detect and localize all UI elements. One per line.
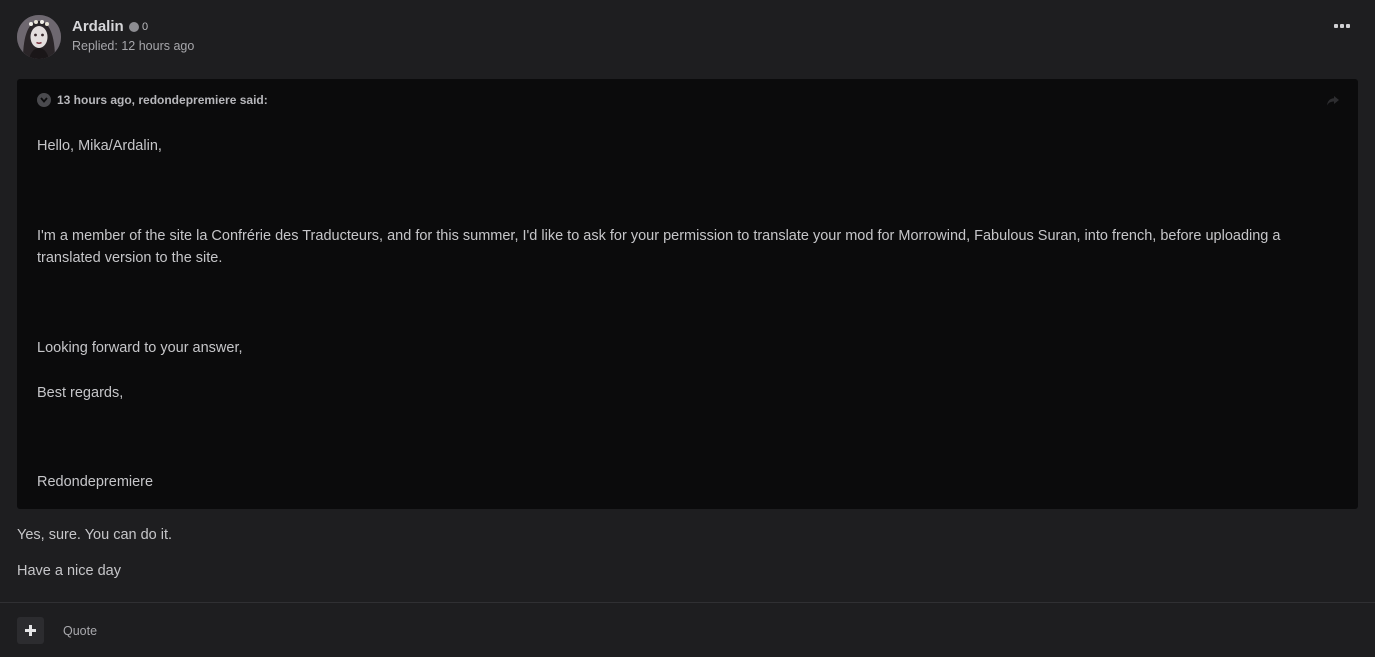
share-icon[interactable] (1326, 95, 1340, 107)
avatar[interactable] (17, 15, 61, 59)
quote-button[interactable]: Quote (63, 624, 97, 638)
add-button[interactable] (17, 617, 44, 644)
post-header: Ardalin 0 Replied: 12 hours ago (17, 15, 1358, 61)
reputation-count: 0 (142, 21, 149, 33)
quote-line-closing: Looking forward to your answer, (37, 340, 243, 356)
reply-text-line: Yes, sure. You can do it. (17, 527, 173, 543)
chevron-down-icon[interactable] (37, 93, 51, 107)
quote-line-request: I'm a member of the site la Confrérie de… (37, 228, 1281, 266)
reply-time: Replied: 12 hours ago (72, 39, 195, 53)
quote-line-greeting: Hello, Mika/Ardalin, (37, 138, 162, 154)
reputation-icon (129, 22, 139, 32)
author-name[interactable]: Ardalin (72, 18, 124, 35)
quote-block: 13 hours ago, redondepremiere said: Hell… (17, 79, 1358, 509)
quote-citation: 13 hours ago, redondepremiere said: (37, 93, 268, 107)
plus-icon (25, 625, 36, 636)
quote-line-signature: Redondepremiere (37, 474, 154, 490)
reputation-badge: 0 (129, 21, 148, 33)
divider (0, 602, 1375, 603)
ellipsis-icon[interactable] (1332, 19, 1352, 33)
reply-text-line: Have a nice day (17, 563, 121, 579)
quote-line-regards: Best regards, (37, 385, 124, 401)
quote-citation-text: 13 hours ago, redondepremiere said: (57, 93, 268, 107)
